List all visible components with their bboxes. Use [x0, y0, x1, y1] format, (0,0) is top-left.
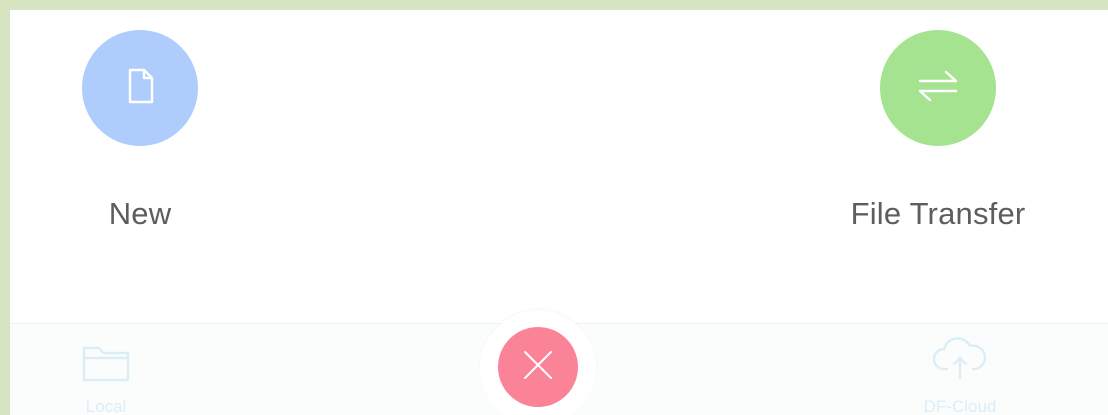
new-button[interactable]	[82, 30, 198, 146]
new-action[interactable]: New	[60, 30, 220, 232]
folder-icon	[81, 342, 131, 389]
file-transfer-action[interactable]: File Transfer	[818, 30, 1058, 232]
cloud-upload-icon	[932, 334, 988, 389]
tab-local[interactable]: Local	[60, 342, 152, 415]
action-sheet: New File Transfer Local DF-Cloud	[10, 10, 1108, 415]
tab-local-label: Local	[85, 397, 127, 415]
swap-arrows-icon	[914, 64, 962, 113]
document-icon	[120, 64, 160, 113]
new-label: New	[108, 196, 172, 231]
close-icon	[520, 347, 556, 388]
close-button[interactable]	[498, 327, 578, 407]
tab-df-cloud[interactable]: DF-Cloud	[890, 334, 1030, 415]
file-transfer-label: File Transfer	[850, 196, 1026, 231]
file-transfer-button[interactable]	[880, 30, 996, 146]
tab-df-cloud-label: DF-Cloud	[923, 397, 997, 415]
